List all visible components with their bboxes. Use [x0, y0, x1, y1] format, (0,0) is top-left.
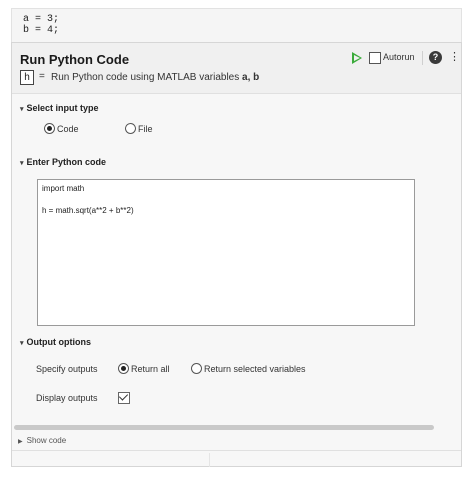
check-icon	[118, 391, 129, 401]
kebab-icon[interactable]: ⋮	[449, 51, 460, 64]
show-code-toggle[interactable]: ▶ Show code	[18, 436, 66, 445]
description-variables: a, b	[242, 72, 260, 83]
radio-return-selected[interactable]	[191, 363, 202, 374]
python-line-1: import math	[42, 184, 85, 193]
description-text: Run Python code using MATLAB variables	[51, 72, 243, 83]
section-enter-code[interactable]: ▾ Enter Python code	[20, 157, 106, 167]
footer-divider	[12, 450, 461, 451]
section-select-input-label: Select input type	[26, 103, 99, 113]
specify-outputs-label: Specify outputs	[36, 364, 98, 374]
chevron-down-icon: ▾	[20, 106, 24, 113]
task-header: Run Python Code Autorun ? ⋮ h = Run Pyth…	[12, 43, 461, 94]
help-icon[interactable]: ?	[429, 51, 442, 64]
chevron-down-icon: ▾	[20, 160, 24, 167]
horizontal-scrollbar[interactable]	[14, 425, 434, 430]
task-title: Run Python Code	[20, 52, 130, 67]
python-code-editor[interactable]: import math h = math.sqrt(a**2 + b**2)	[37, 179, 415, 326]
section-select-input[interactable]: ▾ Select input type	[20, 103, 99, 113]
autorun-checkbox[interactable]	[369, 52, 381, 64]
toolbar-separator	[422, 51, 423, 65]
equals-sign: =	[39, 71, 45, 82]
radio-code[interactable]	[44, 123, 55, 134]
output-variable-field[interactable]: h	[20, 70, 34, 85]
section-enter-code-label: Enter Python code	[26, 157, 107, 167]
code-line-2: b = 4;	[23, 25, 60, 36]
live-task-panel: Run Python Code Autorun ? ⋮ h = Run Pyth…	[11, 42, 462, 467]
task-description: Run Python code using MATLAB variables a…	[51, 72, 259, 83]
display-outputs-label: Display outputs	[36, 393, 98, 403]
radio-return-all[interactable]	[118, 363, 129, 374]
display-outputs-checkbox[interactable]	[118, 391, 130, 404]
footer-marker	[209, 453, 210, 467]
section-output-options[interactable]: ▾ Output options	[20, 337, 91, 347]
radio-code-label: Code	[57, 124, 79, 134]
section-output-options-label: Output options	[26, 337, 91, 347]
autorun-label: Autorun	[383, 52, 415, 62]
radio-return-selected-label: Return selected variables	[204, 364, 306, 374]
chevron-right-icon: ▶	[18, 439, 23, 445]
radio-file-label: File	[138, 124, 153, 134]
run-icon[interactable]	[352, 52, 362, 64]
code-line-1: a = 3;	[23, 14, 60, 25]
radio-return-all-label: Return all	[131, 364, 170, 374]
show-code-label: Show code	[26, 436, 67, 445]
chevron-down-icon: ▾	[20, 340, 24, 347]
radio-file[interactable]	[125, 123, 136, 134]
python-line-3: h = math.sqrt(a**2 + b**2)	[42, 206, 134, 215]
matlab-code-area[interactable]: a = 3; b = 4;	[11, 8, 462, 42]
